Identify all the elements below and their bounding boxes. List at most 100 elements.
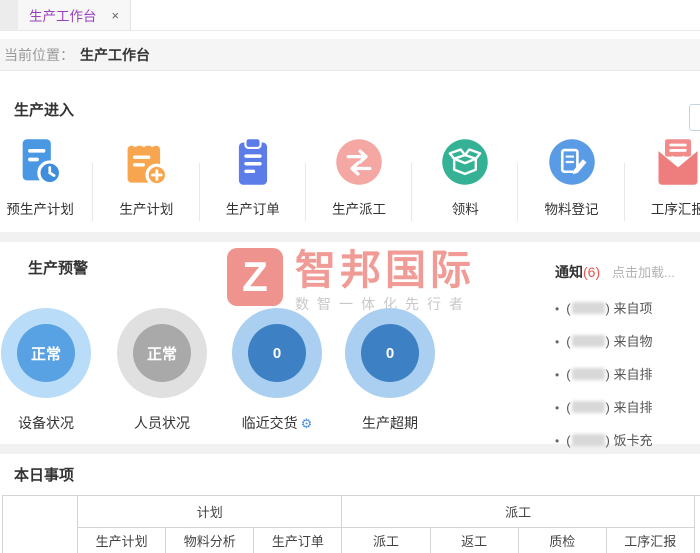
masked-name xyxy=(571,401,605,413)
masked-name xyxy=(571,368,605,380)
brand-logo-icon: Z xyxy=(227,248,283,306)
notice-text: 来自项 xyxy=(613,301,653,316)
gauge-label-text: 人员状况 xyxy=(134,415,190,431)
entry-item-process-report[interactable]: 工序汇报 xyxy=(625,136,700,218)
entry-icon-row: 预生产计划 生产计划 生产订单 生产派工 领料 物料登记 工序汇报 xyxy=(0,136,700,232)
notices-panel: 通知(6) 点击加载... • () 来自项 • () 来自物 • () 来自排 • (… xyxy=(555,262,700,457)
notice-text: 饭卡充 xyxy=(613,433,653,448)
entry-item-production-plan[interactable]: 生产计划 xyxy=(93,136,200,221)
table-col-production-order: 生产订单 xyxy=(253,527,343,553)
notices-header: 通知(6) 点击加载... xyxy=(555,262,700,282)
transfer-arrows-icon xyxy=(333,136,385,188)
breadcrumb-label: 当前位置： xyxy=(4,46,74,63)
gauge-near-delivery[interactable]: 0 临近交货 ⚙ xyxy=(232,308,322,433)
gauge-label: 人员状况 xyxy=(117,413,207,433)
notice-text: 来自排 xyxy=(613,400,653,415)
breadcrumb: 当前位置： 生产工作台 xyxy=(0,39,700,71)
notice-paren: ( xyxy=(566,367,571,382)
masked-name xyxy=(571,302,605,314)
entry-item-material-register[interactable]: 物料登记 xyxy=(518,136,625,221)
close-icon[interactable]: × xyxy=(111,8,119,23)
entry-item-label: 工序汇报 xyxy=(650,202,700,217)
entry-item-material-picking[interactable]: 领料 xyxy=(412,136,519,221)
entry-item-production-order[interactable]: 生产订单 xyxy=(200,136,307,221)
notice-paren: ( xyxy=(566,334,571,349)
tab-bar: 生产工作台 × xyxy=(0,0,700,31)
watermark-title: 智邦国际 xyxy=(295,247,475,293)
tab-bar-corner xyxy=(0,0,18,30)
notices-count-badge: (6) xyxy=(583,264,601,280)
document-clock-icon xyxy=(14,136,66,188)
masked-name xyxy=(571,434,605,446)
masked-name xyxy=(571,335,605,347)
production-workbench-page: 生产工作台 × 当前位置： 生产工作台 生产进入 预生产计划 生产计划 生产订单… xyxy=(0,0,700,553)
notice-paren: ) xyxy=(605,334,610,349)
notice-item[interactable]: • () 饭卡充 xyxy=(555,424,700,457)
table-col-process-report: 工序汇报 xyxy=(605,527,695,553)
bullet-icon: • xyxy=(555,368,560,382)
notices-load-hint[interactable]: 点击加载... xyxy=(612,265,675,280)
notices-list: • () 来自项 • () 来自物 • () 来自排 • () 来自排 • () 饭卡充 xyxy=(555,292,700,457)
notice-paren: ( xyxy=(566,433,571,448)
open-box-icon xyxy=(439,136,491,188)
section-production-entry: 生产进入 预生产计划 生产计划 生产订单 生产派工 领料 物料登记 工序汇报 xyxy=(0,71,700,232)
tab-title: 生产工作台 xyxy=(28,9,97,24)
table-group-header-row: 计划 派工 xyxy=(1,495,700,553)
table-col-material-analysis: 物料分析 xyxy=(165,527,255,553)
watermark-logo: Z 智邦国际 数智一体化先行者 xyxy=(227,248,475,314)
gauge-label: 设备状况 xyxy=(1,413,91,433)
entry-item-label: 预生产计划 xyxy=(6,202,74,217)
gauge-production-overdue[interactable]: 0 生产超期 xyxy=(345,308,435,433)
gear-icon[interactable]: ⚙ xyxy=(301,417,313,430)
envelope-report-icon xyxy=(652,136,700,188)
section-title-alerts: 生产预警 xyxy=(28,260,89,277)
gauge-equipment-status[interactable]: 正常 设备状况 xyxy=(1,308,91,433)
calendar-plus-icon xyxy=(120,136,172,188)
notice-paren: ) xyxy=(605,400,610,415)
gauge-label: 临近交货 ⚙ xyxy=(232,413,322,433)
table-group-dispatch: 派工 xyxy=(341,495,695,528)
table-sub-header-row: 生产计划 物料分析 生产订单 派工 返工 质检 工序汇报 xyxy=(3,527,700,553)
bullet-icon: • xyxy=(555,335,560,349)
entry-item-label: 生产计划 xyxy=(119,202,174,217)
tab-production-workbench[interactable]: 生产工作台 × xyxy=(18,0,131,30)
watermark-text: 智邦国际 数智一体化先行者 xyxy=(295,248,475,314)
notices-title: 通知 xyxy=(555,264,583,280)
breadcrumb-current: 生产工作台 xyxy=(80,46,150,63)
gauge-ring: 正常 xyxy=(1,308,91,398)
table-col-dispatch: 派工 xyxy=(341,527,431,553)
clipboard-icon xyxy=(227,136,279,188)
section-title-today: 本日事项 xyxy=(14,467,75,484)
section-production-alerts: 生产预警 Z 智邦国际 数智一体化先行者 正常 设备状况 正常 人员状况 0 临… xyxy=(0,242,700,448)
table-col-rework: 返工 xyxy=(429,527,519,553)
gauge-value: 正常 xyxy=(133,324,191,382)
entry-item-production-dispatch[interactable]: 生产派工 xyxy=(306,136,413,221)
notice-item[interactable]: • () 来自物 xyxy=(555,325,700,358)
gauge-value: 正常 xyxy=(17,324,75,382)
gauge-label-text: 设备状况 xyxy=(18,415,74,431)
bullet-icon: • xyxy=(555,302,560,316)
notice-paren: ( xyxy=(566,301,571,316)
entry-item-pre-production-plan[interactable]: 预生产计划 xyxy=(0,136,94,221)
bullet-icon: • xyxy=(555,401,560,415)
notice-item[interactable]: • () 来自排 xyxy=(555,358,700,391)
notice-item[interactable]: • () 来自排 xyxy=(555,391,700,424)
entry-item-label: 物料登记 xyxy=(544,202,599,217)
table-col-production-plan: 生产计划 xyxy=(77,527,167,553)
table-col-quality-check: 质检 xyxy=(517,527,607,553)
gauge-label: 生产超期 xyxy=(345,413,435,433)
document-pen-icon xyxy=(546,136,598,188)
table-partial-column xyxy=(693,495,700,553)
notice-paren: ) xyxy=(605,367,610,382)
gauge-label-text: 临近交货 xyxy=(241,415,298,431)
notice-text: 来自物 xyxy=(613,334,653,349)
section-divider xyxy=(0,232,700,242)
notice-item[interactable]: • () 来自项 xyxy=(555,292,700,325)
gauge-ring: 0 xyxy=(345,308,435,398)
notice-paren: ) xyxy=(605,433,610,448)
entry-item-label: 生产订单 xyxy=(225,202,280,217)
partial-button[interactable] xyxy=(689,104,700,131)
section-today-items: 本日事项 计划 派工 生产计划 物料分析 生产订单 派工 返工 质检 工序汇报 xyxy=(0,454,700,553)
gauge-personnel-status[interactable]: 正常 人员状况 xyxy=(117,308,207,433)
gauge-ring: 0 xyxy=(232,308,322,398)
